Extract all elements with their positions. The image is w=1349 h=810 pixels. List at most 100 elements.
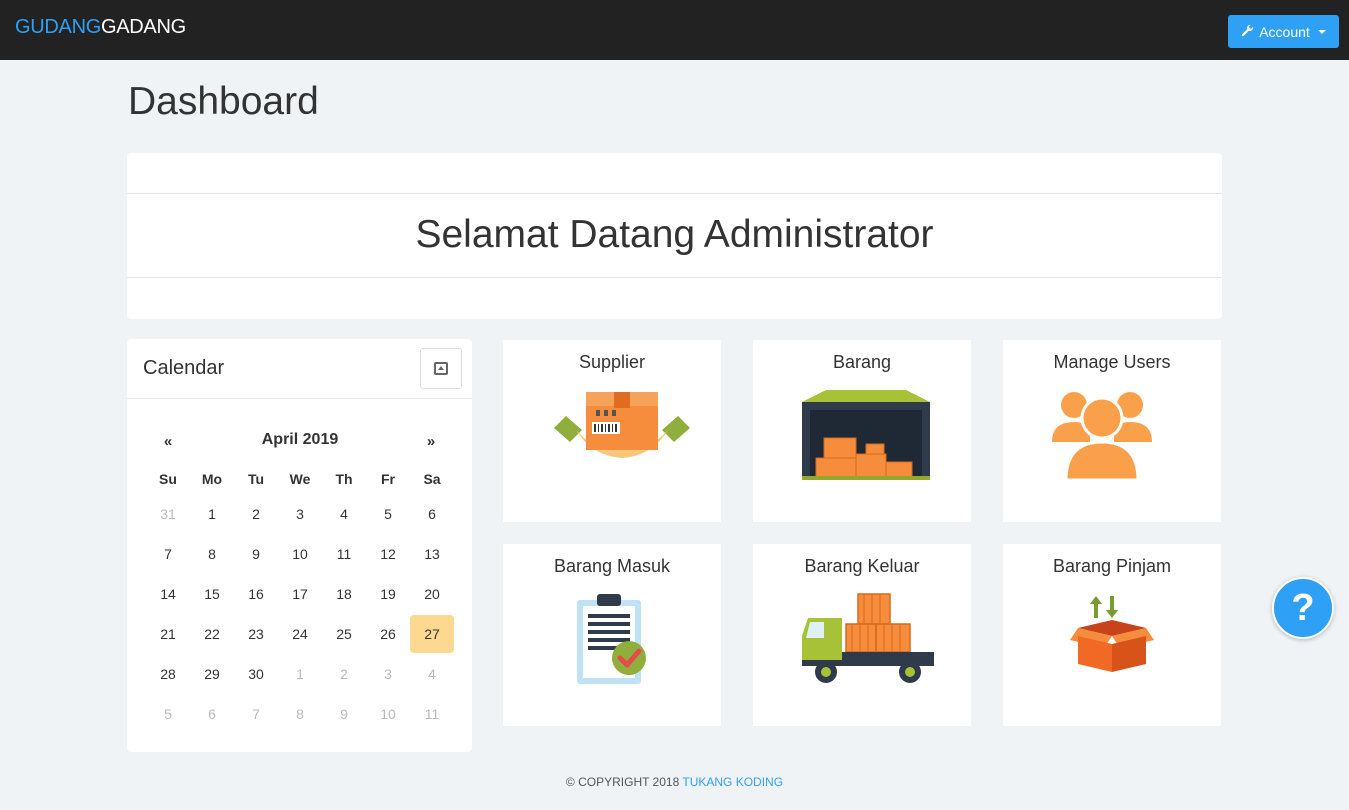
calendar-day[interactable]: 22 bbox=[190, 614, 234, 654]
calendar-day[interactable]: 16 bbox=[234, 574, 278, 614]
calendar-day[interactable]: 14 bbox=[146, 574, 190, 614]
tile-barang-keluar[interactable]: Barang Keluar bbox=[753, 544, 971, 726]
wrench-icon bbox=[1241, 24, 1254, 40]
brand-part1: GUDANG bbox=[15, 16, 101, 38]
weekday-label: Tu bbox=[247, 471, 265, 487]
calendar-week-row: 5 6 7 8 9 10 11 bbox=[146, 694, 454, 734]
weekday-label: Sa bbox=[423, 471, 441, 487]
calendar-week-row: 7 8 9 10 11 12 13 bbox=[146, 534, 454, 574]
supplier-icon bbox=[554, 392, 690, 458]
calendar-day[interactable]: 1 bbox=[190, 494, 234, 534]
welcome-message: Selamat Datang Administrator bbox=[415, 213, 934, 256]
divider bbox=[127, 193, 1222, 194]
weekday-label: We bbox=[289, 471, 311, 487]
calendar-grid: Su Mo Tu We Th Fr Sa 31 1 2 3 4 5 6 7 8 9 10 11 12 13 14 15 16 1… bbox=[146, 464, 454, 734]
account-button[interactable]: Account bbox=[1228, 15, 1339, 48]
truck-icon bbox=[802, 593, 934, 683]
calendar-day[interactable]: 1 bbox=[278, 654, 322, 694]
calendar-day[interactable]: 28 bbox=[146, 654, 190, 694]
calendar-day[interactable]: 11 bbox=[322, 534, 366, 574]
calendar-day[interactable]: 5 bbox=[366, 494, 410, 534]
calendar-day[interactable]: 3 bbox=[366, 654, 410, 694]
footer: © COPYRIGHT 2018 TUKANG KODING bbox=[0, 775, 1349, 789]
calendar-day[interactable]: 17 bbox=[278, 574, 322, 614]
weekday-header-row: Su Mo Tu We Th Fr Sa bbox=[146, 464, 454, 494]
warehouse-icon bbox=[802, 390, 930, 480]
calendar-week-row: 28 29 30 1 2 3 4 bbox=[146, 654, 454, 694]
calendar-day[interactable]: 24 bbox=[278, 614, 322, 654]
tile-barang-pinjam[interactable]: Barang Pinjam bbox=[1003, 544, 1221, 726]
footer-copyright: © COPYRIGHT 2018 bbox=[565, 775, 680, 789]
tile-barang-masuk[interactable]: Barang Masuk bbox=[503, 544, 721, 726]
weekday-label: Su bbox=[159, 471, 177, 487]
calendar-day[interactable]: 12 bbox=[366, 534, 410, 574]
calendar-panel: Calendar « April 2019 » Su Mo Tu We Th Fr Sa 31… bbox=[127, 339, 472, 752]
calendar-day[interactable]: 8 bbox=[278, 694, 322, 734]
tile-label: Barang bbox=[832, 352, 892, 372]
calendar-day[interactable]: 9 bbox=[322, 694, 366, 734]
help-button[interactable]: ? bbox=[1272, 577, 1334, 639]
weekday-label: Th bbox=[335, 471, 353, 487]
calendar-day[interactable]: 7 bbox=[146, 534, 190, 574]
calendar-day[interactable]: 26 bbox=[366, 614, 410, 654]
footer-link[interactable]: TUKANG KODING bbox=[682, 775, 783, 789]
welcome-panel: Selamat Datang Administrator bbox=[127, 153, 1222, 319]
calendar-day[interactable]: 21 bbox=[146, 614, 190, 654]
calendar-day[interactable]: 20 bbox=[410, 574, 454, 614]
calendar-title: Calendar bbox=[143, 357, 225, 379]
calendar-day[interactable]: 18 bbox=[322, 574, 366, 614]
calendar-nav: « April 2019 » bbox=[145, 431, 455, 451]
calendar-day[interactable]: 4 bbox=[322, 494, 366, 534]
tile-label: Supplier bbox=[578, 352, 646, 372]
page-title: Dashboard bbox=[128, 80, 319, 123]
next-month-button[interactable]: » bbox=[421, 433, 441, 450]
calendar-header: Calendar bbox=[127, 339, 472, 399]
calendar-day[interactable]: 10 bbox=[278, 534, 322, 574]
calendar-day[interactable]: 6 bbox=[190, 694, 234, 734]
collapse-button[interactable] bbox=[420, 348, 462, 389]
caret-down-icon bbox=[1317, 29, 1326, 34]
tile-label: Manage Users bbox=[1053, 352, 1171, 372]
calendar-day[interactable]: 7 bbox=[234, 694, 278, 734]
calendar-day[interactable]: 11 bbox=[410, 694, 454, 734]
calendar-day[interactable]: 30 bbox=[234, 654, 278, 694]
account-label: Account bbox=[1259, 23, 1310, 40]
calendar-day[interactable]: 8 bbox=[190, 534, 234, 574]
calendar-week-row: 21 22 23 24 25 26 27 bbox=[146, 614, 454, 654]
tile-supplier[interactable]: Supplier bbox=[503, 340, 721, 522]
tile-label: Barang Keluar bbox=[804, 556, 920, 576]
calendar-day[interactable]: 2 bbox=[322, 654, 366, 694]
calendar-day[interactable]: 2 bbox=[234, 494, 278, 534]
tile-label: Barang Pinjam bbox=[1052, 556, 1172, 576]
calendar-day[interactable]: 19 bbox=[366, 574, 410, 614]
brand-part2: GADANG bbox=[100, 16, 186, 38]
tile-barang[interactable]: Barang bbox=[753, 340, 971, 522]
calendar-week-row: 14 15 16 17 18 19 20 bbox=[146, 574, 454, 614]
tile-manage-users[interactable]: Manage Users bbox=[1003, 340, 1221, 522]
box-transfer-icon bbox=[1070, 596, 1154, 672]
calendar-day[interactable]: 4 bbox=[410, 654, 454, 694]
navbar: GUDANGGADANG Account bbox=[0, 0, 1349, 60]
collapse-icon bbox=[434, 362, 448, 375]
weekday-label: Mo bbox=[201, 471, 223, 487]
calendar-day[interactable]: 25 bbox=[322, 614, 366, 654]
prev-month-button[interactable]: « bbox=[158, 433, 178, 450]
calendar-day[interactable]: 10 bbox=[366, 694, 410, 734]
users-icon bbox=[1052, 392, 1152, 480]
calendar-day[interactable]: 29 bbox=[190, 654, 234, 694]
calendar-day[interactable]: 9 bbox=[234, 534, 278, 574]
tile-label: Barang Masuk bbox=[553, 556, 671, 576]
calendar-week-row: 31 1 2 3 4 5 6 bbox=[146, 494, 454, 534]
calendar-day[interactable]: 5 bbox=[146, 694, 190, 734]
calendar-day[interactable]: 13 bbox=[410, 534, 454, 574]
calendar-month-label[interactable]: April 2019 bbox=[245, 431, 355, 449]
calendar-day[interactable]: 15 bbox=[190, 574, 234, 614]
clipboard-check-icon bbox=[577, 594, 646, 684]
calendar-day-today[interactable]: 27 bbox=[410, 615, 454, 653]
brand-logo[interactable]: GUDANGGADANG bbox=[15, 16, 186, 39]
weekday-label: Fr bbox=[381, 471, 395, 487]
calendar-day[interactable]: 6 bbox=[410, 494, 454, 534]
calendar-day[interactable]: 31 bbox=[146, 494, 190, 534]
calendar-day[interactable]: 23 bbox=[234, 614, 278, 654]
calendar-day[interactable]: 3 bbox=[278, 494, 322, 534]
